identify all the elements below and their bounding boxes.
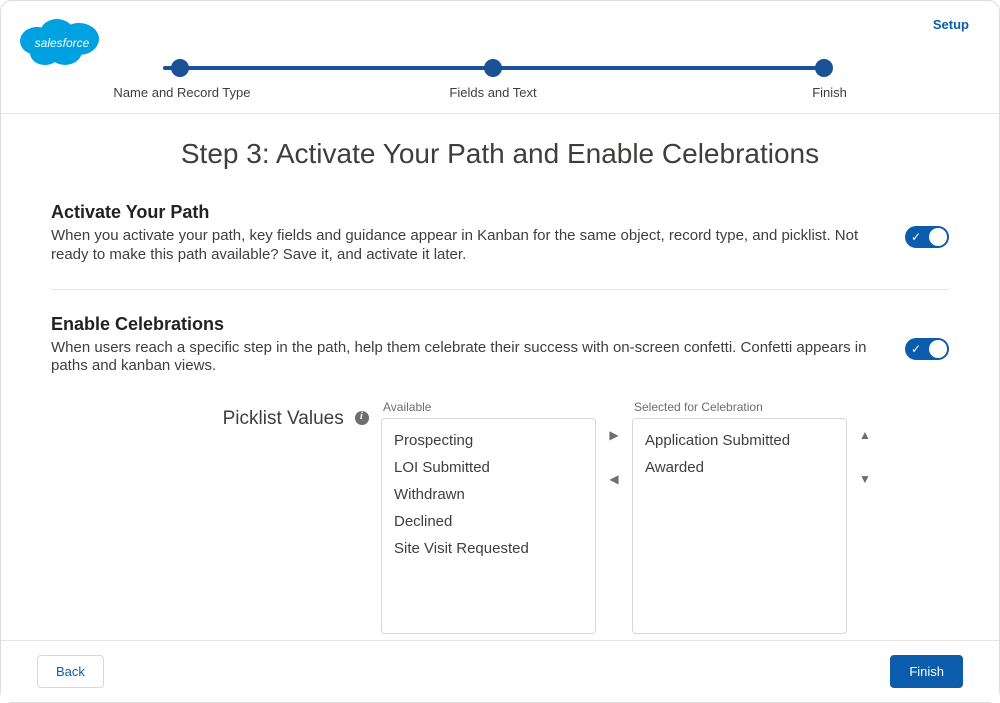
list-item[interactable]: Application Submitted bbox=[633, 427, 846, 454]
info-icon[interactable] bbox=[355, 411, 369, 425]
step-dot-2[interactable] bbox=[484, 59, 502, 77]
activate-desc: When you activate your path, key fields … bbox=[51, 227, 871, 265]
finish-button[interactable]: Finish bbox=[890, 655, 963, 688]
activate-title: Activate Your Path bbox=[51, 202, 949, 223]
selected-listbox[interactable]: Application Submitted Awarded bbox=[632, 418, 847, 634]
move-up-button[interactable]: ▲ bbox=[859, 428, 871, 442]
salesforce-logo: salesforce bbox=[17, 9, 107, 76]
back-button[interactable]: Back bbox=[37, 655, 104, 688]
move-right-button[interactable]: ▶ bbox=[609, 428, 618, 442]
celebrations-title: Enable Celebrations bbox=[51, 314, 949, 335]
list-item[interactable]: Prospecting bbox=[382, 427, 595, 454]
picklist-values-label: Picklist Values bbox=[51, 400, 381, 430]
available-listbox[interactable]: Prospecting LOI Submitted Withdrawn Decl… bbox=[381, 418, 596, 634]
move-left-button[interactable]: ◀ bbox=[609, 472, 618, 486]
step-dot-1[interactable] bbox=[171, 59, 189, 77]
step-dot-3[interactable] bbox=[815, 59, 833, 77]
activate-toggle[interactable]: ✓ bbox=[905, 226, 949, 248]
celebrations-toggle[interactable]: ✓ bbox=[905, 338, 949, 360]
setup-link[interactable]: Setup bbox=[933, 17, 969, 32]
celebrations-desc: When users reach a specific step in the … bbox=[51, 339, 871, 377]
page-title: Step 3: Activate Your Path and Enable Ce… bbox=[51, 138, 949, 170]
move-down-button[interactable]: ▼ bbox=[859, 472, 871, 486]
step-label-1: Name and Record Type bbox=[113, 85, 250, 100]
check-icon: ✓ bbox=[911, 341, 921, 357]
list-item[interactable]: Site Visit Requested bbox=[382, 535, 595, 562]
list-item[interactable]: Awarded bbox=[633, 454, 846, 481]
list-item[interactable]: Withdrawn bbox=[382, 481, 595, 508]
wizard-footer: Back Finish bbox=[1, 640, 999, 702]
step-label-3: Finish bbox=[812, 85, 847, 100]
list-item[interactable]: LOI Submitted bbox=[382, 454, 595, 481]
available-header: Available bbox=[381, 400, 596, 414]
step-label-2: Fields and Text bbox=[449, 85, 536, 100]
svg-text:salesforce: salesforce bbox=[35, 36, 90, 50]
picklist-dual-list: Picklist Values Available Prospecting LO… bbox=[51, 400, 949, 634]
selected-header: Selected for Celebration bbox=[632, 400, 847, 414]
celebrations-section: Enable Celebrations When users reach a s… bbox=[51, 314, 949, 635]
check-icon: ✓ bbox=[911, 229, 921, 245]
activate-path-section: Activate Your Path When you activate you… bbox=[51, 202, 949, 265]
wizard-stepper: Name and Record Type Fields and Text Fin… bbox=[153, 55, 833, 105]
list-item[interactable]: Declined bbox=[382, 508, 595, 535]
